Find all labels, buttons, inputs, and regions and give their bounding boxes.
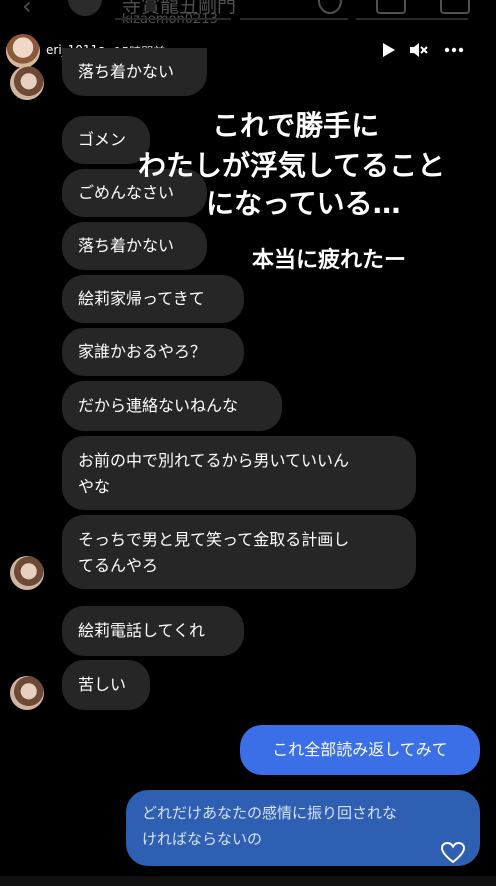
video-icon	[376, 0, 406, 14]
message-text: だから連絡ないねんな	[78, 396, 239, 415]
message-bubble[interactable]: だから連絡ないねんな	[62, 381, 282, 431]
message-text: 家誰かおるやろ？	[78, 342, 207, 361]
message-text-line: そっちで男と見て笑って金取る計画し	[78, 530, 350, 549]
overlay-text-line4: 本当に疲れたー	[252, 248, 407, 273]
message-bubble[interactable]: お前の中で別れてるから男いていいん やな	[62, 436, 416, 510]
background-avatar	[68, 0, 102, 16]
more-options-icon[interactable]	[444, 40, 464, 60]
message-bubble[interactable]: 落ち着かない	[62, 222, 207, 270]
message-bubble[interactable]: ゴメン	[62, 116, 150, 164]
message-text-line: やな	[78, 477, 111, 496]
heart-icon[interactable]	[440, 840, 466, 866]
message-text: 落ち着かない	[78, 62, 175, 81]
play-icon[interactable]	[378, 40, 398, 60]
message-bubble[interactable]: そっちで男と見て笑って金取る計画し てるんやろ	[62, 515, 416, 589]
message-text-line: どれだけあなたの感情に振り回されな	[142, 804, 398, 822]
message-bubble[interactable]: 家誰かおるやろ？	[62, 328, 244, 376]
message-bubble[interactable]: 苦しい	[62, 660, 150, 710]
sent-message-bubble[interactable]: どれだけあなたの感情に振り回されな ければならないの	[126, 790, 480, 866]
message-text: 落ち着かない	[78, 236, 175, 255]
message-text: 絵莉家帰ってきて	[78, 289, 205, 308]
message-bubble[interactable]: 絵莉家帰ってきて	[62, 275, 244, 323]
message-text: これ全部読み返してみて	[272, 740, 448, 759]
message-text-line: お前の中で別れてるから男いていいん	[78, 451, 350, 470]
sender-avatar	[10, 676, 44, 710]
message-text: ゴメン	[78, 130, 127, 149]
overlay-text-line1: これで勝手に	[212, 109, 380, 142]
sender-avatar	[10, 556, 44, 590]
message-bubble[interactable]: 落ち着かない	[62, 48, 207, 96]
story-progress-segment	[356, 18, 468, 20]
message-text-line: ければならないの	[142, 830, 263, 848]
sender-avatar	[10, 66, 44, 100]
story-progress-segment	[240, 18, 348, 20]
overlay-text-line3: になっている…	[206, 187, 401, 220]
story-progress-segment	[115, 18, 231, 20]
phone-icon	[318, 0, 342, 14]
story-avatar[interactable]	[6, 34, 40, 68]
message-text-line: てるんやろ	[78, 556, 159, 575]
background-chat-header: ‹ 寺賞龍丑剛門 kizaemon0213	[0, 0, 496, 30]
bottom-bar	[0, 876, 496, 886]
flag-icon	[440, 0, 470, 14]
mute-icon[interactable]	[408, 40, 428, 60]
overlay-text-line2: わたしが浮気してること	[138, 149, 446, 182]
message-bubble[interactable]: 絵莉電話してくれ	[62, 606, 244, 656]
message-text: 苦しい	[78, 675, 127, 694]
back-icon: ‹	[22, 0, 32, 20]
message-text: 絵莉電話してくれ	[78, 621, 206, 640]
sent-message-bubble[interactable]: これ全部読み返してみて	[240, 725, 480, 775]
